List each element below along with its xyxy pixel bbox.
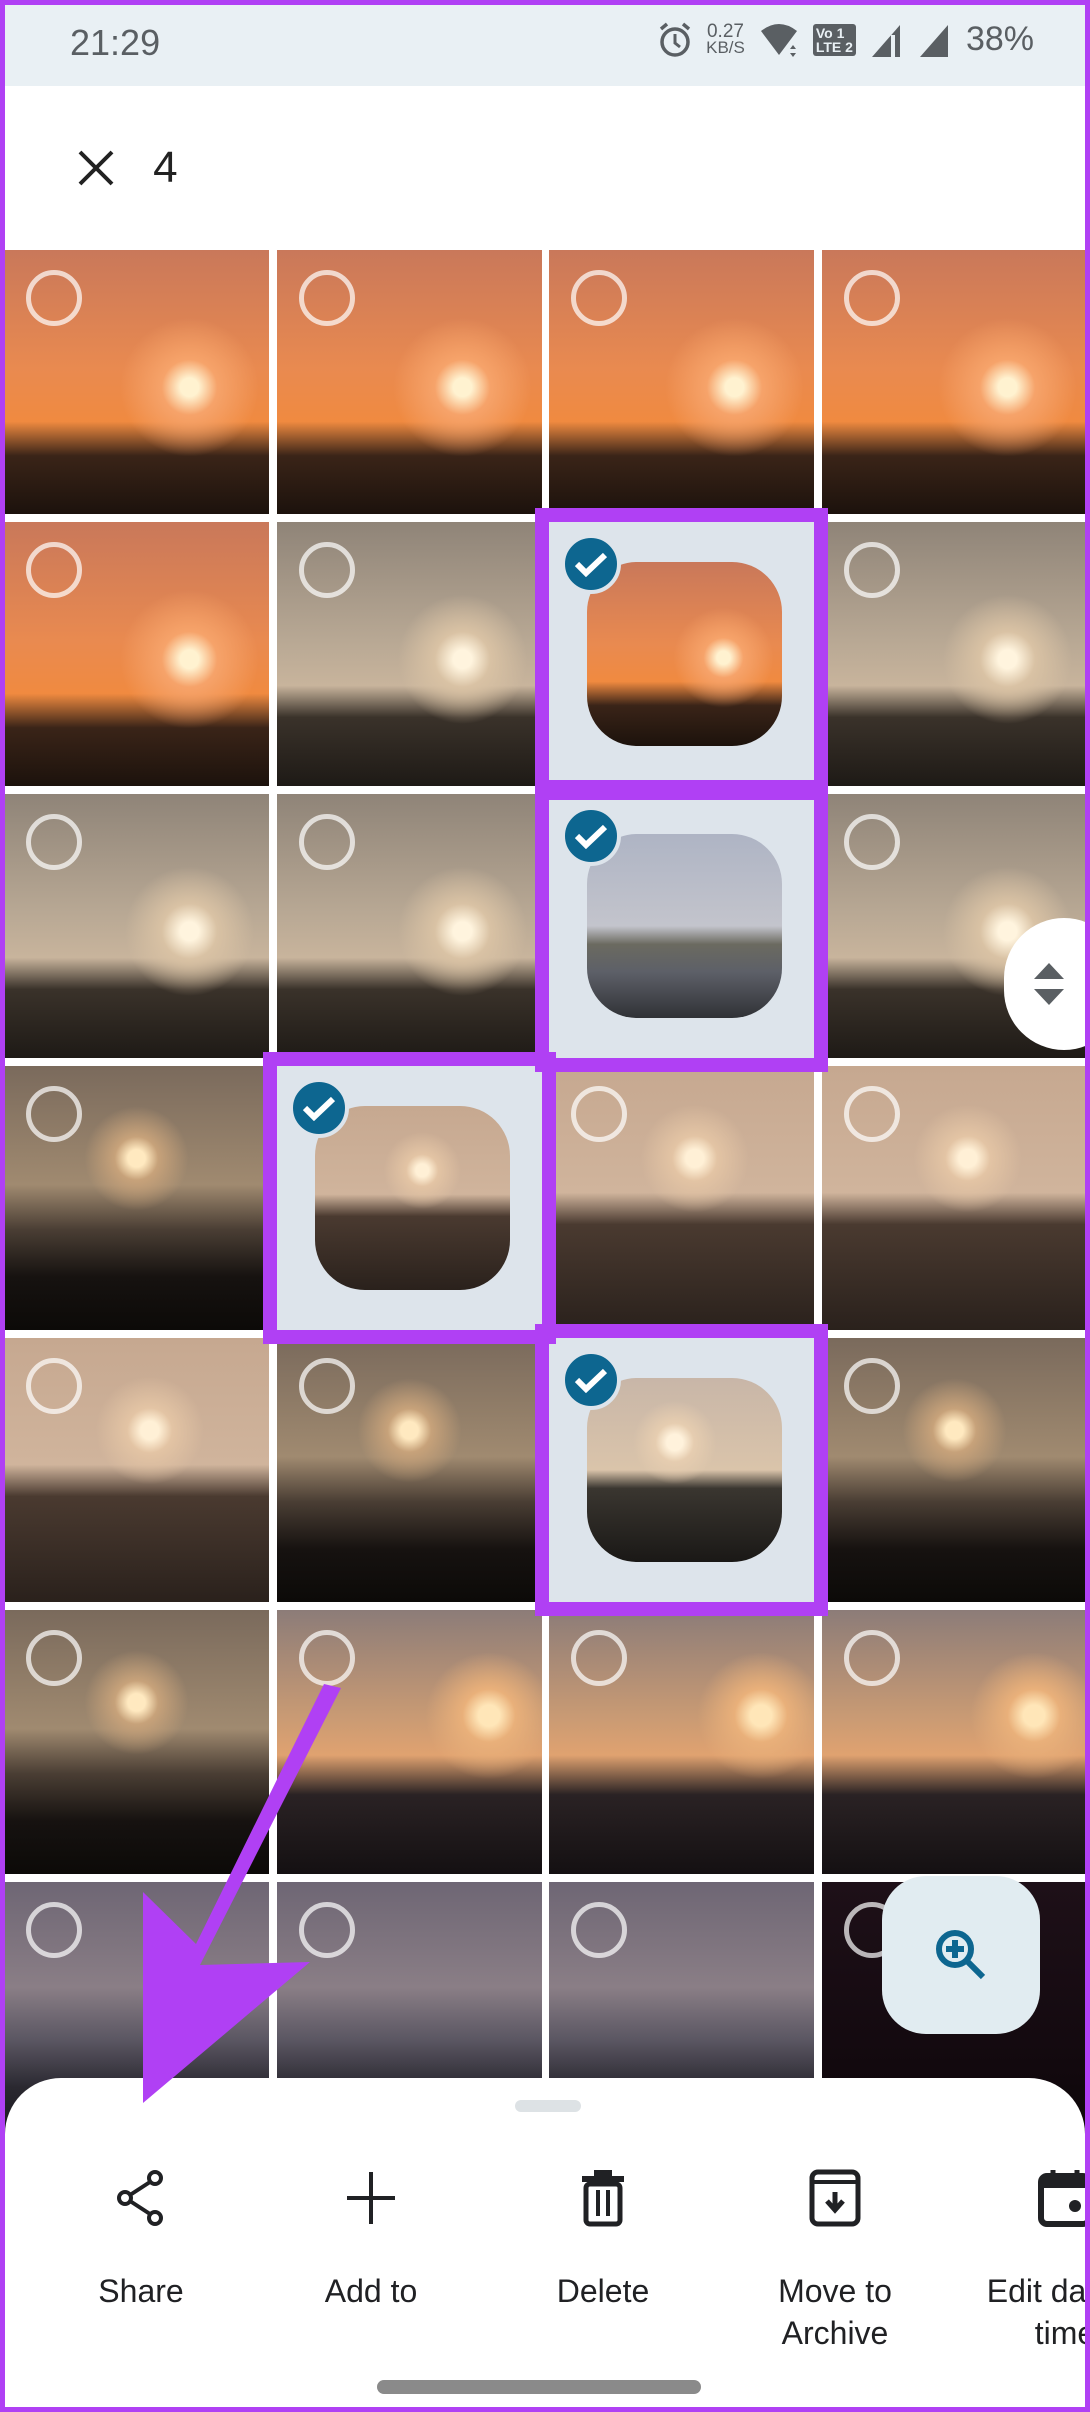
- volte-badge: Vo 1 LTE 2: [812, 23, 856, 56]
- photo-tile[interactable]: [822, 522, 1087, 786]
- photo-tile[interactable]: [4, 1066, 269, 1330]
- move-to-archive-action[interactable]: Move to Archive: [735, 2158, 935, 2354]
- photo-tile[interactable]: [277, 522, 542, 786]
- edit-date-time-action[interactable]: Edit date & time: [965, 2158, 1085, 2354]
- photo-tile[interactable]: [277, 250, 542, 514]
- move-to-archive-label: Move to Archive: [778, 2273, 892, 2351]
- photo-tile-selected[interactable]: [549, 522, 814, 786]
- checked-icon[interactable]: [561, 806, 621, 866]
- unchecked-circle-icon[interactable]: [299, 270, 355, 326]
- delete-label: Delete: [556, 2273, 650, 2309]
- delete-action[interactable]: Delete: [503, 2158, 703, 2312]
- archive-icon: [809, 2169, 861, 2227]
- action-bottom-sheet: Share Add to Delete Move to Archive Edit…: [5, 2078, 1085, 2412]
- photo-tile[interactable]: [549, 1610, 814, 1874]
- unchecked-circle-icon[interactable]: [299, 1902, 355, 1958]
- net-speed-unit: KB/S: [706, 37, 745, 57]
- photo-tile[interactable]: [277, 1338, 542, 1602]
- unchecked-circle-icon[interactable]: [844, 814, 900, 870]
- photo-tile[interactable]: [822, 1066, 1087, 1330]
- gesture-nav-bar[interactable]: [377, 2380, 701, 2394]
- photo-tile[interactable]: [822, 250, 1087, 514]
- photo-tile-selected[interactable]: [549, 794, 814, 1058]
- volte-top: Vo 1: [815, 24, 845, 41]
- unchecked-circle-icon[interactable]: [26, 542, 82, 598]
- alarm-icon: [659, 22, 691, 57]
- status-time: 21:29: [70, 22, 161, 63]
- unchecked-circle-icon[interactable]: [571, 1630, 627, 1686]
- unchecked-circle-icon[interactable]: [299, 1630, 355, 1686]
- photo-tile[interactable]: [4, 794, 269, 1058]
- unchecked-circle-icon[interactable]: [844, 270, 900, 326]
- share-icon: [117, 2170, 163, 2226]
- add-to-action[interactable]: Add to: [271, 2158, 471, 2312]
- unchecked-circle-icon[interactable]: [844, 1358, 900, 1414]
- unchecked-circle-icon[interactable]: [844, 542, 900, 598]
- photo-tile[interactable]: [4, 1610, 269, 1874]
- photo-tile-selected[interactable]: [277, 1066, 542, 1330]
- trash-icon: [582, 2170, 624, 2227]
- wifi-icon: [760, 23, 797, 57]
- photo-tile[interactable]: [822, 1338, 1087, 1602]
- photo-tile[interactable]: [4, 1338, 269, 1602]
- checked-icon[interactable]: [561, 1350, 621, 1410]
- scroll-up-icon: [1034, 963, 1064, 979]
- unchecked-circle-icon[interactable]: [299, 1358, 355, 1414]
- signal-sim2-icon: [919, 24, 948, 57]
- status-bar: 21:29 0.27 KB/S Vo 1 LTE 2 38%: [0, 0, 1090, 86]
- battery-percent: 38%: [965, 20, 1034, 58]
- scroll-down-icon: [1034, 989, 1064, 1005]
- network-speed: 0.27 KB/S: [706, 22, 745, 57]
- action-list: Share Add to Delete Move to Archive Edit…: [5, 2158, 1085, 2358]
- add-to-label: Add to: [324, 2273, 418, 2309]
- photo-grid: [0, 0, 1090, 2412]
- unchecked-circle-icon[interactable]: [26, 814, 82, 870]
- photo-tile[interactable]: [822, 1610, 1087, 1874]
- zoom-in-icon: [936, 1930, 986, 1980]
- photo-tile[interactable]: [277, 1610, 542, 1874]
- sheet-drag-handle[interactable]: [515, 2100, 581, 2112]
- unchecked-circle-icon[interactable]: [26, 1902, 82, 1958]
- unchecked-circle-icon[interactable]: [26, 270, 82, 326]
- checked-icon[interactable]: [289, 1078, 349, 1138]
- photo-tile[interactable]: [4, 250, 269, 514]
- volte-bottom: LTE 2: [815, 38, 853, 55]
- calendar-icon: [1038, 2170, 1085, 2227]
- unchecked-circle-icon[interactable]: [844, 1630, 900, 1686]
- photo-thumbnail: [587, 1378, 782, 1562]
- unchecked-circle-icon[interactable]: [571, 270, 627, 326]
- photo-tile[interactable]: [549, 250, 814, 514]
- photo-thumbnail: [587, 834, 782, 1018]
- unchecked-circle-icon[interactable]: [299, 814, 355, 870]
- photo-tile[interactable]: [277, 794, 542, 1058]
- zoom-in-button[interactable]: [882, 1876, 1040, 2034]
- photo-thumbnail: [587, 562, 782, 746]
- close-icon[interactable]: [76, 148, 116, 188]
- share-action[interactable]: Share: [41, 2158, 241, 2312]
- photo-tile-selected[interactable]: [549, 1338, 814, 1602]
- unchecked-circle-icon[interactable]: [26, 1630, 82, 1686]
- photo-thumbnail: [315, 1106, 510, 1290]
- share-label: Share: [98, 2273, 184, 2309]
- selected-count: 4: [153, 143, 178, 192]
- edit-date-time-label: Edit date & time: [986, 2273, 1085, 2351]
- unchecked-circle-icon[interactable]: [844, 1086, 900, 1142]
- unchecked-circle-icon[interactable]: [26, 1358, 82, 1414]
- selection-counter: 4: [28, 108, 226, 228]
- photo-tile[interactable]: [4, 522, 269, 786]
- unchecked-circle-icon[interactable]: [26, 1086, 82, 1142]
- unchecked-circle-icon[interactable]: [299, 542, 355, 598]
- unchecked-circle-icon[interactable]: [571, 1086, 627, 1142]
- photo-tile[interactable]: [549, 1066, 814, 1330]
- unchecked-circle-icon[interactable]: [571, 1902, 627, 1958]
- checked-icon[interactable]: [561, 534, 621, 594]
- plus-icon: [347, 2172, 395, 2224]
- signal-sim1-icon: [871, 24, 900, 57]
